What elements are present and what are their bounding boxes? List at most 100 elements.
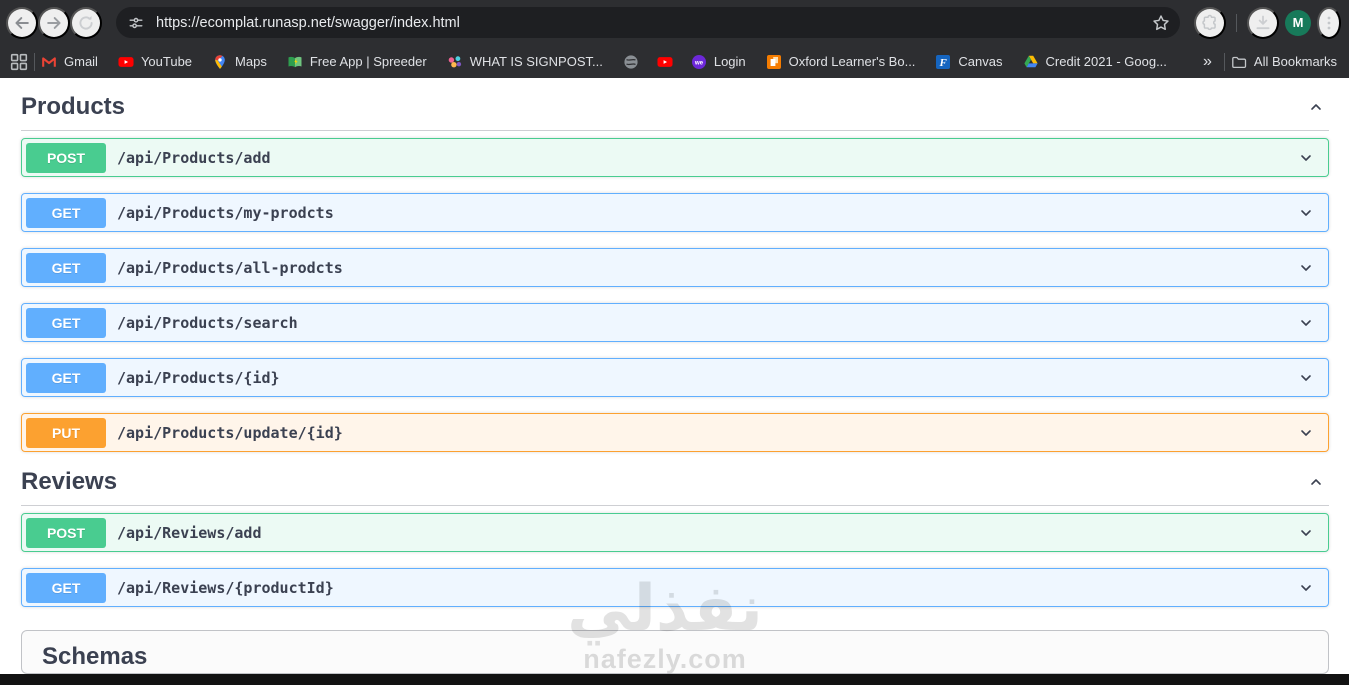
- operation-row[interactable]: GET/api/Products/all-prodcts: [21, 248, 1329, 287]
- schemas-section[interactable]: Schemas: [21, 630, 1329, 674]
- expand-operation-button[interactable]: [1294, 311, 1318, 335]
- chevron-down-icon: [1298, 580, 1314, 596]
- canvas-icon: F: [935, 54, 951, 70]
- expand-operation-button[interactable]: [1294, 146, 1318, 170]
- api-section: Reviews POST/api/Reviews/add GET/api/Revie…: [21, 468, 1329, 607]
- bookmark-item[interactable]: [623, 54, 639, 70]
- back-icon: [13, 14, 31, 32]
- expand-operation-button[interactable]: [1294, 201, 1318, 225]
- back-button[interactable]: [6, 6, 38, 39]
- expand-operation-button[interactable]: [1294, 256, 1318, 280]
- bookmark-item[interactable]: we Login: [691, 54, 746, 70]
- expand-operation-button[interactable]: [1294, 421, 1318, 445]
- forward-icon: [45, 14, 63, 32]
- operation-row[interactable]: GET/api/Products/search: [21, 303, 1329, 342]
- operation-row[interactable]: POST/api/Reviews/add: [21, 513, 1329, 552]
- operation-path: /api/Reviews/{productId}: [117, 578, 334, 597]
- svg-text:F: F: [939, 57, 948, 69]
- bookmark-label: Oxford Learner's Bo...: [788, 54, 916, 69]
- bookmark-label: Canvas: [958, 54, 1003, 69]
- bookmark-item[interactable]: Oxford Learner's Bo...: [766, 54, 916, 70]
- bookmarks-overflow-button[interactable]: »: [1197, 53, 1218, 71]
- bookmark-label: Maps: [235, 54, 267, 69]
- bookmark-label: Free App | Spreeder: [309, 54, 427, 69]
- method-badge: GET: [26, 572, 106, 603]
- bookmarks-right: » All Bookmarks: [1197, 52, 1341, 71]
- browser-toolbar: https://ecomplat.runasp.net/swagger/inde…: [0, 0, 1349, 45]
- expand-operation-button[interactable]: [1294, 366, 1318, 390]
- bookmark-item[interactable]: Credit 2021 - Goog...: [1023, 54, 1167, 70]
- operation-path: /api/Products/search: [117, 313, 298, 332]
- method-badge: GET: [26, 362, 106, 393]
- method-badge: GET: [26, 197, 106, 228]
- toolbar-divider: [1236, 13, 1237, 32]
- bookmark-item[interactable]: Free App | Spreeder: [287, 54, 427, 70]
- we-icon: we: [691, 54, 707, 70]
- folder-icon: [1231, 54, 1247, 70]
- avatar[interactable]: M: [1285, 9, 1311, 36]
- section-header: Reviews: [21, 468, 1329, 496]
- extensions-icon: [1201, 14, 1219, 32]
- operation-row[interactable]: GET/api/Products/my-prodcts: [21, 193, 1329, 232]
- book-icon: [287, 54, 303, 70]
- apps-grid-icon[interactable]: [10, 53, 28, 71]
- bookmark-item[interactable]: Gmail: [41, 54, 98, 70]
- operation-row[interactable]: GET/api/Products/{id}: [21, 358, 1329, 397]
- url-text[interactable]: https://ecomplat.runasp.net/swagger/inde…: [156, 15, 1152, 31]
- swagger-page: Products POST/api/Products/add GET/api/Pro…: [0, 78, 1349, 685]
- refresh-button[interactable]: [70, 6, 102, 39]
- url-bar[interactable]: https://ecomplat.runasp.net/swagger/inde…: [116, 7, 1180, 38]
- expand-operation-button[interactable]: [1294, 576, 1318, 600]
- refresh-icon: [77, 14, 95, 32]
- youtube-icon: [657, 54, 673, 70]
- operation-row[interactable]: POST/api/Products/add: [21, 138, 1329, 177]
- section-header: Products: [21, 93, 1329, 121]
- globe-icon: [623, 54, 639, 70]
- taskbar-strip: [0, 674, 1349, 685]
- toolbar-right: M: [1194, 6, 1341, 39]
- bookmark-label: Credit 2021 - Goog...: [1045, 54, 1167, 69]
- operation-row[interactable]: GET/api/Reviews/{productId}: [21, 568, 1329, 607]
- bookmark-item[interactable]: [657, 54, 673, 70]
- bookmark-item[interactable]: YouTube: [118, 54, 192, 70]
- operation-path: /api/Products/my-prodcts: [117, 203, 334, 222]
- signpost-icon: [447, 54, 463, 70]
- section-title[interactable]: Products: [21, 93, 125, 121]
- bookmark-label: YouTube: [140, 54, 193, 69]
- operation-row[interactable]: PUT/api/Products/update/{id}: [21, 413, 1329, 452]
- youtube-icon: [118, 54, 134, 70]
- forward-button[interactable]: [38, 6, 70, 39]
- operation-path: /api/Products/add: [117, 148, 271, 167]
- chevron-down-icon: [1298, 525, 1314, 541]
- section-divider: [21, 130, 1329, 131]
- bookmarks-divider: [34, 52, 35, 71]
- collapse-section-button[interactable]: [1303, 94, 1329, 120]
- bookmark-item[interactable]: WHAT IS SIGNPOST...: [447, 54, 603, 70]
- chevron-down-icon: [1298, 260, 1314, 276]
- all-bookmarks-button[interactable]: All Bookmarks: [1231, 54, 1337, 70]
- method-badge: PUT: [26, 417, 106, 448]
- operation-path: /api/Products/update/{id}: [117, 423, 343, 442]
- bookmark-label: Gmail: [64, 54, 98, 69]
- site-settings-icon[interactable]: [128, 15, 144, 31]
- operation-path: /api/Reviews/add: [117, 523, 262, 542]
- bookmarks-bar: Gmail YouTube Maps Free App | Spreeder WHAT …: [0, 45, 1349, 78]
- expand-operation-button[interactable]: [1294, 521, 1318, 545]
- method-badge: GET: [26, 307, 106, 338]
- browser-menu-button[interactable]: [1317, 6, 1341, 39]
- method-badge: POST: [26, 517, 106, 548]
- maps-icon: [212, 54, 228, 70]
- all-bookmarks-label: All Bookmarks: [1253, 54, 1337, 69]
- chevron-down-icon: [1298, 370, 1314, 386]
- collapse-section-button[interactable]: [1303, 469, 1329, 495]
- bookmark-item[interactable]: Maps: [212, 54, 267, 70]
- downloads-button[interactable]: [1247, 6, 1279, 39]
- section-title[interactable]: Reviews: [21, 468, 117, 496]
- bookmark-item[interactable]: F Canvas: [935, 54, 1003, 70]
- oxford-icon: [766, 54, 782, 70]
- star-icon[interactable]: [1152, 14, 1170, 32]
- extensions-button[interactable]: [1194, 6, 1226, 39]
- api-section: Products POST/api/Products/add GET/api/Pro…: [21, 93, 1329, 452]
- gmail-icon: [41, 54, 57, 70]
- operation-path: /api/Products/{id}: [117, 368, 280, 387]
